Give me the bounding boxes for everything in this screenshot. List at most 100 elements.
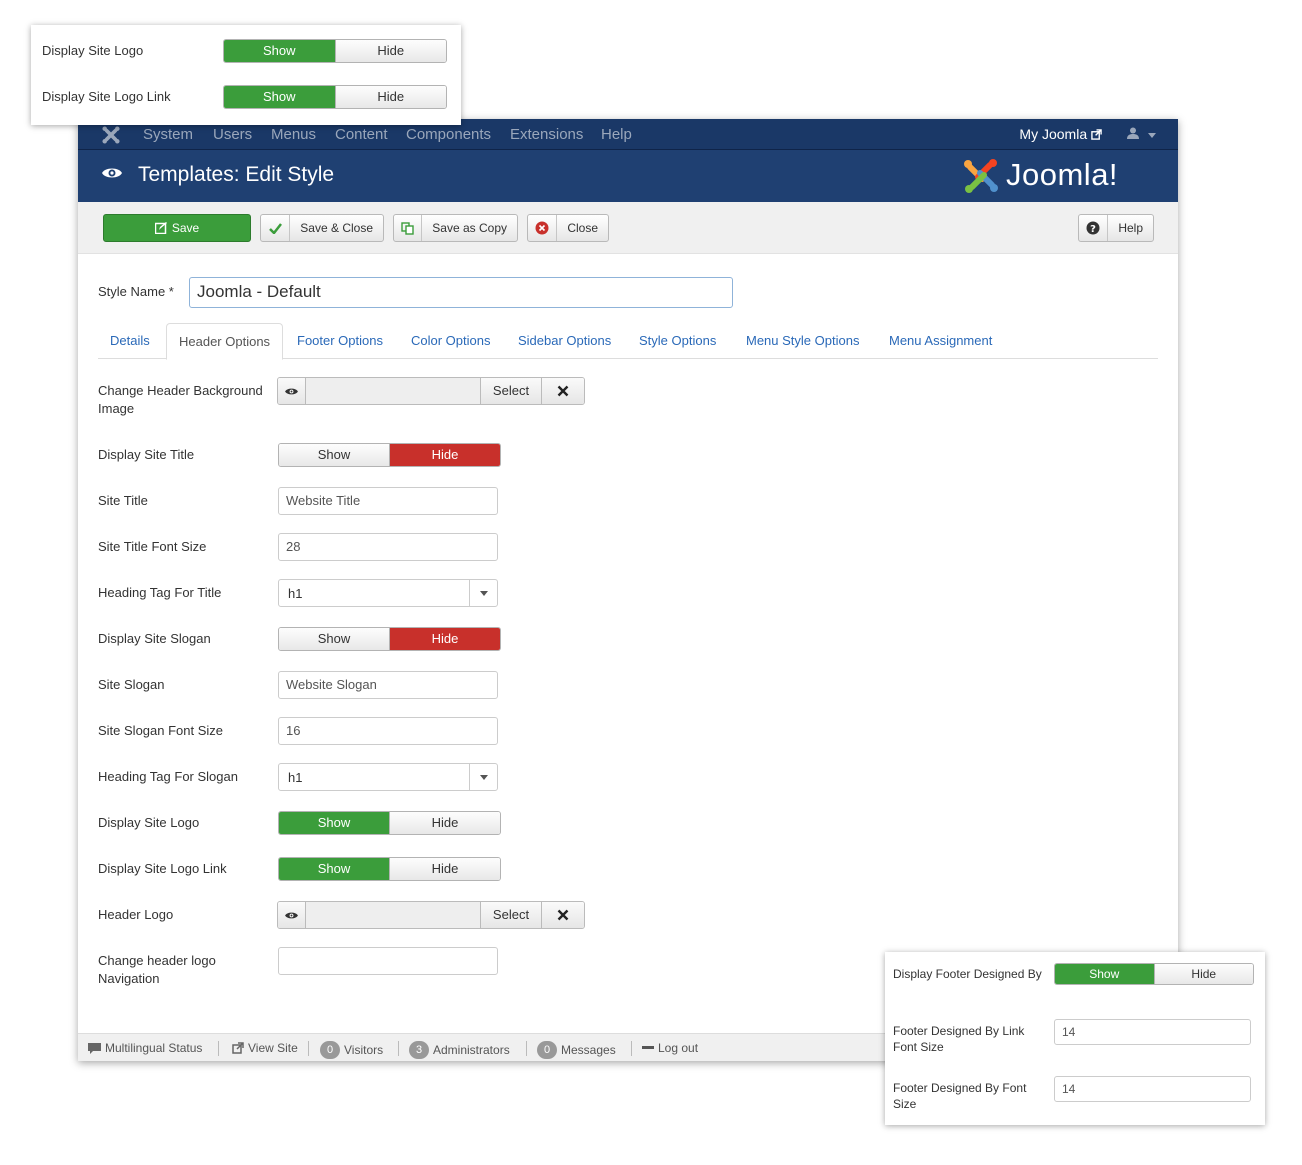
display-site-logo-show[interactable]: Show — [279, 812, 389, 834]
options-tabs: Details Header Options Footer Options Co… — [98, 323, 1158, 360]
callout-footer-hide[interactable]: Hide — [1153, 964, 1253, 984]
help-label: Help — [1118, 221, 1143, 235]
save-copy-button[interactable]: Save as Copy — [393, 214, 518, 242]
joomla-logo-icon[interactable] — [102, 126, 120, 144]
style-name-input[interactable]: Joomla - Default — [189, 277, 733, 308]
eye-icon — [102, 168, 122, 178]
view-site-link[interactable]: View Site — [232, 1041, 298, 1055]
multilingual-status-link[interactable]: Multilingual Status — [88, 1041, 202, 1055]
joomla-brand-logo: Joomla! — [962, 157, 1152, 195]
callout-logo-hide[interactable]: Hide — [334, 40, 446, 62]
heading-tag-title-select[interactable]: h1 — [278, 579, 498, 607]
tab-footer-options[interactable]: Footer Options — [285, 323, 395, 359]
tab-header-options[interactable]: Header Options — [166, 323, 284, 360]
my-joomla-link[interactable]: My Joomla — [1019, 126, 1102, 142]
copy-icon — [394, 215, 423, 241]
preview-eye-icon[interactable] — [278, 378, 306, 404]
close-button[interactable]: Close — [527, 214, 609, 242]
view-site-label: View Site — [248, 1041, 298, 1055]
header-logo-path — [306, 902, 480, 928]
site-slogan-font-size-input[interactable]: 16 — [278, 717, 498, 745]
display-site-logo-link-toggle: Show Hide — [278, 857, 501, 881]
help-button[interactable]: ? Help — [1078, 214, 1154, 242]
menu-content[interactable]: Content — [335, 126, 388, 143]
display-site-title-toggle: Show Hide — [278, 443, 501, 467]
chevron-down-icon — [469, 764, 497, 790]
save-button[interactable]: Save — [103, 214, 251, 242]
heading-tag-slogan-label: Heading Tag For Slogan — [98, 769, 238, 784]
site-title-label: Site Title — [98, 493, 148, 508]
tab-details[interactable]: Details — [98, 323, 162, 359]
display-site-slogan-toggle: Show Hide — [278, 627, 501, 651]
display-site-logo-link-show[interactable]: Show — [279, 858, 389, 880]
external-link-icon — [1091, 129, 1102, 140]
header-logo-nav-label: Change header logo Navigation — [98, 953, 216, 986]
callout-footer-font-size-label: Footer Designed By Font Size — [893, 1081, 1027, 1111]
menu-system[interactable]: System — [143, 126, 193, 143]
admins-badge: 3 — [409, 1041, 429, 1059]
clear-x-icon[interactable] — [541, 378, 584, 404]
display-site-slogan-hide[interactable]: Hide — [389, 628, 500, 650]
display-site-logo-link-label: Display Site Logo Link — [98, 861, 227, 876]
callout-logo-show[interactable]: Show — [224, 40, 335, 62]
save-close-button[interactable]: Save & Close — [260, 214, 384, 242]
site-title-font-size-label: Site Title Font Size — [98, 539, 207, 554]
display-site-title-show[interactable]: Show — [279, 444, 389, 466]
footer-options-callout: Display Footer Designed By Show Hide Foo… — [885, 952, 1265, 1125]
callout-footer-link-font-size-label: Footer Designed By Link Font Size — [893, 1024, 1025, 1054]
logout-label: Log out — [658, 1041, 699, 1055]
preview-eye-icon[interactable] — [278, 902, 306, 928]
callout-logo-link-hide[interactable]: Hide — [334, 86, 446, 108]
brand-text: Joomla! — [1006, 157, 1119, 192]
header-bg-select-button[interactable]: Select — [480, 378, 541, 404]
callout-display-site-logo-label: Display Site Logo — [42, 43, 144, 58]
save-copy-label: Save as Copy — [432, 221, 507, 235]
callout-footer-designed-by-toggle: Show Hide — [1054, 963, 1254, 985]
menu-users[interactable]: Users — [213, 126, 252, 143]
menu-help[interactable]: Help — [601, 126, 632, 143]
minus-icon — [642, 1046, 654, 1049]
callout-footer-font-size-input[interactable]: 14 — [1054, 1076, 1251, 1102]
divider — [398, 1041, 399, 1056]
svg-text:?: ? — [1090, 224, 1096, 235]
display-site-slogan-show[interactable]: Show — [279, 628, 389, 650]
tab-menu-style-options[interactable]: Menu Style Options — [734, 323, 871, 359]
tab-style-options[interactable]: Style Options — [627, 323, 728, 359]
page-title: Templates: Edit Style — [138, 163, 335, 186]
site-slogan-font-size-label: Site Slogan Font Size — [98, 723, 224, 738]
header-logo-field: Select — [277, 901, 585, 929]
callout-footer-link-font-size-input[interactable]: 14 — [1054, 1019, 1251, 1045]
clear-x-icon[interactable] — [541, 902, 584, 928]
messages-label: Messages — [561, 1043, 616, 1057]
page-header: Templates: Edit Style Joomla! — [78, 150, 1178, 202]
divider — [526, 1041, 527, 1056]
divider — [631, 1041, 632, 1056]
site-title-input[interactable]: Website Title — [278, 487, 498, 515]
heading-tag-title-label: Heading Tag For Title — [98, 585, 222, 600]
logout-link[interactable]: Log out — [642, 1041, 698, 1055]
tab-color-options[interactable]: Color Options — [399, 323, 502, 359]
save-label: Save — [171, 221, 200, 235]
heading-tag-slogan-select[interactable]: h1 — [278, 763, 498, 791]
user-menu[interactable] — [1126, 127, 1156, 142]
display-site-logo-hide[interactable]: Hide — [389, 812, 500, 834]
display-site-title-hide[interactable]: Hide — [389, 444, 500, 466]
tab-sidebar-options[interactable]: Sidebar Options — [506, 323, 623, 359]
display-site-logo-link-hide[interactable]: Hide — [389, 858, 500, 880]
callout-display-site-logo-link-label: Display Site Logo Link — [42, 89, 171, 104]
messages-link[interactable]: 0 Messages — [537, 1041, 616, 1059]
callout-logo-link-show[interactable]: Show — [224, 86, 335, 108]
callout-footer-show[interactable]: Show — [1055, 964, 1154, 984]
site-title-font-size-input[interactable]: 28 — [278, 533, 498, 561]
menu-menus[interactable]: Menus — [271, 126, 316, 143]
site-slogan-input[interactable]: Website Slogan — [278, 671, 498, 699]
menu-extensions[interactable]: Extensions — [510, 126, 583, 143]
joomla-brand-icon — [964, 159, 998, 193]
header-logo-nav-input[interactable] — [278, 947, 498, 975]
header-logo-select-button[interactable]: Select — [480, 902, 541, 928]
tab-menu-assignment[interactable]: Menu Assignment — [877, 323, 1004, 359]
menu-components[interactable]: Components — [406, 126, 491, 143]
visitors-label: Visitors — [344, 1043, 384, 1057]
toolbar: Save Save & Close Save as Copy Close ? H… — [78, 202, 1178, 254]
header-bg-image-field: Select — [277, 377, 585, 405]
